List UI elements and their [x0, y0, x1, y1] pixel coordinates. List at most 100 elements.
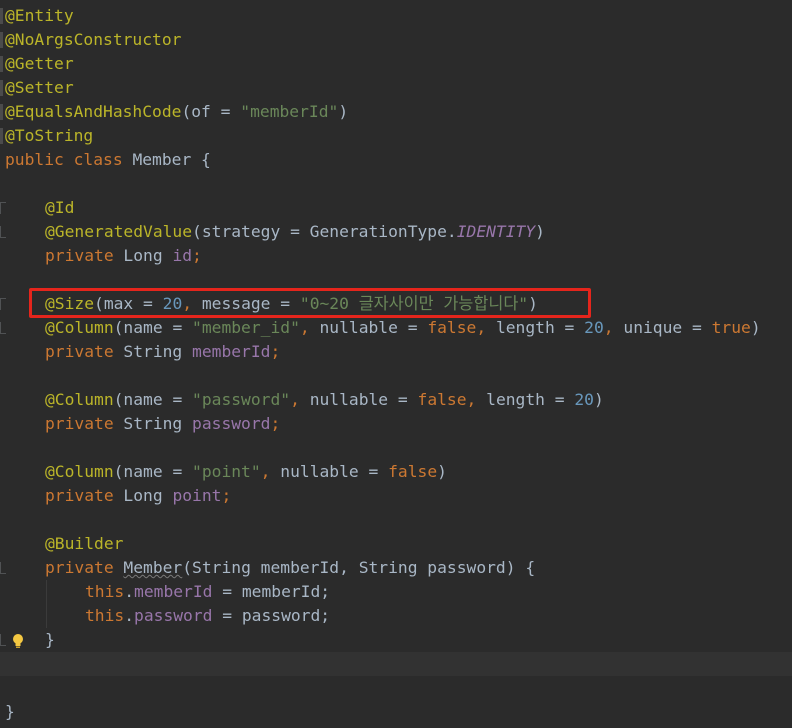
keyword: false — [417, 390, 467, 409]
code-line[interactable]: @Column(name = "point", nullable = false… — [0, 460, 447, 484]
string-literal: "password" — [192, 390, 291, 409]
code-token: , — [299, 318, 320, 337]
field-name: password — [192, 414, 271, 433]
field-name: id — [172, 246, 193, 265]
code-token: (name = — [113, 462, 193, 481]
code-token: (name = — [113, 318, 193, 337]
code-token: nullable = — [319, 318, 428, 337]
code-token: , — [290, 390, 310, 409]
field-name: password — [134, 606, 213, 625]
keyword: private — [45, 246, 124, 265]
code-token: ) — [535, 222, 545, 241]
code-line[interactable]: @Id — [0, 196, 74, 220]
keyword: this — [85, 582, 125, 601]
annotation-getter: @Getter — [5, 54, 74, 73]
annotation-noargs: @NoArgsConstructor — [5, 30, 182, 49]
keyword: this — [85, 606, 125, 625]
code-token: , — [476, 318, 496, 337]
type-name: String — [123, 342, 193, 361]
code-token: (name = — [113, 390, 193, 409]
string-literal: "member_id" — [192, 318, 300, 337]
code-token: . — [124, 582, 135, 601]
code-line[interactable]: private String password; — [0, 412, 280, 436]
code-line[interactable]: @NoArgsConstructor — [0, 28, 181, 52]
annotation-builder: @Builder — [45, 534, 124, 553]
code-editor[interactable]: @Entity @NoArgsConstructor @Getter @Sett… — [0, 0, 792, 728]
number-literal: 20 — [584, 318, 604, 337]
annotation-setter: @Setter — [5, 78, 74, 97]
type-name: String — [123, 414, 193, 433]
code-token: (String memberId, String password) { — [182, 558, 536, 577]
annotation-column: @Column — [45, 462, 114, 481]
code-token: ) — [338, 102, 349, 121]
code-line[interactable]: @Getter — [0, 52, 74, 76]
string-literal: "memberId" — [240, 102, 339, 121]
code-token: ) — [593, 390, 604, 409]
annotation-generated: @GeneratedValue — [45, 222, 193, 241]
semicolon: ; — [192, 246, 202, 265]
lightbulb-icon[interactable] — [12, 633, 24, 649]
code-line[interactable]: @Setter — [0, 76, 74, 100]
keyword: false — [388, 462, 438, 481]
code-line[interactable]: this.password = password; — [0, 604, 330, 628]
type-name: Long — [123, 246, 173, 265]
code-token: nullable = — [280, 462, 389, 481]
code-token: ) — [437, 462, 447, 481]
code-line[interactable]: } — [0, 700, 39, 724]
code-token: = memberId; — [212, 582, 331, 601]
keyword: public class — [5, 150, 133, 169]
code-token: length = — [495, 318, 585, 337]
code-line[interactable]: @GeneratedValue(strategy = GenerationTyp… — [0, 220, 545, 244]
code-token: , — [260, 462, 281, 481]
field-name: memberId — [134, 582, 213, 601]
annotation-column: @Column — [45, 390, 114, 409]
annotation-id: @Id — [45, 198, 75, 217]
keyword: private — [45, 342, 124, 361]
type-name: Long — [123, 486, 173, 505]
code-token: length = — [486, 390, 575, 409]
code-line[interactable]: @Builder — [0, 532, 123, 556]
code-token: nullable = — [309, 390, 418, 409]
code-line[interactable]: @Column(name = "member_id", nullable = f… — [0, 316, 761, 340]
code-token: ) — [750, 318, 761, 337]
indent-guide — [46, 580, 47, 628]
keyword: false — [427, 318, 477, 337]
code-token: , — [466, 390, 487, 409]
code-token: . — [124, 606, 135, 625]
code-line[interactable]: private Long point; — [0, 484, 231, 508]
annotation-equals: @EqualsAndHashCode — [5, 102, 182, 121]
semicolon: ; — [221, 486, 232, 505]
class-name: Member { — [132, 150, 211, 169]
code-line[interactable]: private Long id; — [0, 244, 202, 268]
code-token: , — [603, 318, 624, 337]
annotation-column: @Column — [45, 318, 114, 337]
keyword: private — [45, 558, 124, 577]
close-brace: } — [45, 630, 55, 649]
code-line[interactable]: @ToString — [0, 124, 93, 148]
code-line[interactable]: private String memberId; — [0, 340, 280, 364]
current-line-highlight — [0, 652, 792, 676]
string-literal: "point" — [192, 462, 261, 481]
code-line[interactable]: @Entity — [0, 4, 74, 28]
code-token: (strategy = GenerationType. — [192, 222, 457, 241]
annotation-entity: @Entity — [5, 6, 74, 25]
code-line[interactable]: this.memberId = memberId; — [0, 580, 330, 604]
semicolon: ; — [270, 342, 281, 361]
code-line[interactable]: @EqualsAndHashCode(of = "memberId") — [0, 100, 348, 124]
code-token: unique = — [623, 318, 712, 337]
field-name: point — [172, 486, 222, 505]
annotation-tostring: @ToString — [5, 126, 94, 145]
semicolon: ; — [270, 414, 281, 433]
number-literal: 20 — [574, 390, 594, 409]
enum-constant: IDENTITY — [456, 222, 536, 241]
red-highlight-box — [29, 288, 591, 318]
code-line[interactable]: public class Member { — [0, 148, 211, 172]
code-line[interactable]: private Member(String memberId, String p… — [0, 556, 535, 580]
field-name: memberId — [192, 342, 271, 361]
keyword: private — [45, 486, 124, 505]
constructor-name: Member — [123, 558, 183, 577]
class-close-brace: } — [5, 702, 15, 721]
code-token: (of = — [181, 102, 241, 121]
keyword: true — [711, 318, 751, 337]
code-line[interactable]: @Column(name = "password", nullable = fa… — [0, 388, 604, 412]
